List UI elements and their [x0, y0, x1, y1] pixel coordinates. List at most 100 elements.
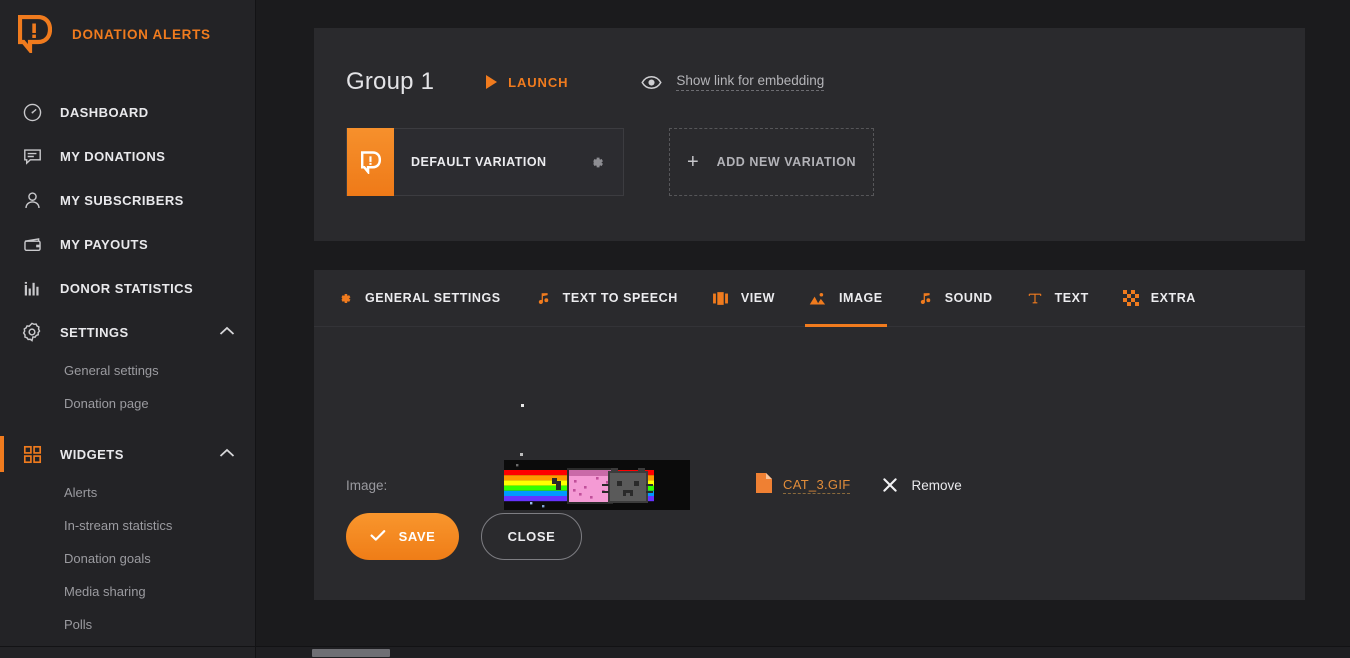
tab-label: VIEW — [740, 291, 775, 305]
tabs-bar: GENERAL SETTINGS TEXT TO SPEECH VIEW IMA… — [314, 270, 1305, 327]
sidebar-item-widgets[interactable]: WIDGETS — [0, 432, 255, 476]
plus-icon: + — [686, 151, 699, 173]
save-button[interactable]: SAVE — [346, 513, 459, 560]
speedometer-icon — [19, 99, 45, 125]
sidebar-item-donor-statistics[interactable]: DONOR STATISTICS — [0, 266, 255, 310]
sidebar-subitem-label: Alerts — [64, 485, 98, 500]
tab-label: GENERAL SETTINGS — [365, 291, 501, 305]
tab-view[interactable]: VIEW — [712, 270, 775, 327]
image-thumbnail-wrap — [504, 404, 690, 510]
sidebar-item-my-subscribers[interactable]: MY SUBSCRIBERS — [0, 178, 255, 222]
check-icon — [370, 529, 386, 545]
file-document-icon — [756, 472, 772, 498]
sidebar-subitem-alerts[interactable]: Alerts — [0, 476, 255, 509]
sidebar-subitem-general-settings[interactable]: General settings — [0, 354, 255, 387]
image-field-label: Image: — [346, 477, 388, 493]
wallet-icon — [19, 231, 45, 257]
text-t-icon — [1027, 290, 1043, 307]
sidebar-item-dashboard[interactable]: DASHBOARD — [0, 90, 255, 134]
launch-label: LAUNCH — [508, 74, 569, 90]
gear-icon — [19, 319, 45, 345]
sidebar-item-label: MY DONATIONS — [60, 148, 166, 164]
tab-text[interactable]: TEXT — [1027, 270, 1089, 327]
sidebar-bottom-edge — [0, 646, 255, 658]
checker-grid-icon — [1122, 290, 1139, 306]
tab-image[interactable]: IMAGE — [804, 270, 887, 327]
sidebar-item-label: DONOR STATISTICS — [60, 280, 194, 296]
add-variation-label: ADD NEW VARIATION — [716, 155, 857, 169]
nyan-cat-gif-preview[interactable] — [504, 460, 690, 510]
tab-general-settings[interactable]: GENERAL SETTINGS — [336, 270, 501, 327]
music-note-icon — [535, 290, 551, 307]
add-new-variation-button[interactable]: + ADD NEW VARIATION — [669, 128, 874, 196]
sidebar-subitem-in-stream-statistics[interactable]: In-stream statistics — [0, 509, 255, 542]
widget-settings-panel: GENERAL SETTINGS TEXT TO SPEECH VIEW IMA… — [314, 270, 1305, 600]
user-icon — [19, 187, 45, 213]
sidebar-subitem-label: In-stream statistics — [64, 518, 173, 533]
close-button[interactable]: CLOSE — [481, 513, 582, 560]
tab-label: IMAGE — [838, 291, 883, 305]
horizontal-scrollbar[interactable] — [256, 646, 1350, 658]
tab-extra[interactable]: EXTRA — [1122, 270, 1196, 327]
sidebar-subitem-media-sharing[interactable]: Media sharing — [0, 575, 255, 608]
bar-chart-icon — [19, 275, 45, 301]
remove-image-button[interactable]: Remove — [882, 477, 962, 493]
main-content: Group 1 LAUNCH Show link for embedding D… — [256, 0, 1350, 658]
grid-squares-icon — [19, 441, 45, 467]
eye-icon — [641, 75, 663, 90]
chevron-up-icon — [219, 323, 235, 341]
layout-icon — [712, 291, 729, 306]
sidebar: DONATION ALERTS DASHBOARD MY DONATIONS M… — [0, 0, 256, 658]
stray-dot-upper — [521, 404, 524, 407]
stray-dot-lower — [520, 453, 523, 456]
save-label: SAVE — [398, 529, 436, 544]
sidebar-item-my-donations[interactable]: MY DONATIONS — [0, 134, 255, 178]
brand[interactable]: DONATION ALERTS — [0, 0, 255, 68]
tab-label: SOUND — [944, 291, 993, 305]
chevron-up-icon — [219, 445, 235, 463]
tab-label: TEXT TO SPEECH — [562, 291, 678, 305]
variation-label: DEFAULT VARIATION — [411, 155, 547, 169]
sidebar-item-label: WIDGETS — [60, 446, 124, 462]
chat-bubble-icon — [19, 143, 45, 169]
tab-label: EXTRA — [1150, 291, 1196, 305]
form-actions: SAVE CLOSE — [346, 513, 582, 560]
sidebar-subitem-label: Donation page — [64, 396, 149, 411]
sidebar-item-label: DASHBOARD — [60, 104, 149, 120]
play-triangle-icon — [486, 75, 498, 89]
donation-alerts-logo-icon — [347, 128, 394, 196]
sidebar-nav: DASHBOARD MY DONATIONS MY SUBSCRIBERS MY… — [0, 90, 255, 641]
sidebar-item-settings[interactable]: SETTINGS — [0, 310, 255, 354]
launch-button[interactable]: LAUNCH — [486, 75, 568, 90]
tab-text-to-speech[interactable]: TEXT TO SPEECH — [535, 270, 678, 327]
image-form: Image: CAT_3.GIF Remove SAVE CLOSE — [314, 327, 1305, 600]
sidebar-subitem-donation-goals[interactable]: Donation goals — [0, 542, 255, 575]
widget-title-row: Group 1 LAUNCH Show link for embedding — [346, 68, 1305, 96]
tab-label: TEXT — [1054, 291, 1089, 305]
brand-name: DONATION ALERTS — [72, 26, 211, 42]
tab-sound[interactable]: SOUND — [917, 270, 993, 327]
sidebar-subitem-label: Donation goals — [64, 551, 151, 566]
horizontal-scrollbar-thumb[interactable] — [312, 649, 390, 657]
sidebar-item-my-payouts[interactable]: MY PAYOUTS — [0, 222, 255, 266]
image-icon — [809, 291, 827, 306]
music-note-icon — [917, 290, 933, 307]
donation-alerts-logo-icon — [17, 14, 53, 56]
file-link[interactable]: CAT_3.GIF — [756, 472, 851, 498]
variation-card-default[interactable]: DEFAULT VARIATION — [346, 128, 624, 196]
embed-link-label: Show link for embedding — [676, 73, 825, 91]
page-title: Group 1 — [346, 68, 435, 95]
gear-icon[interactable] — [587, 153, 606, 172]
sidebar-subitem-donation-page[interactable]: Donation page — [0, 387, 255, 420]
sidebar-item-label: SETTINGS — [60, 324, 129, 340]
close-x-icon — [882, 477, 898, 493]
sidebar-subitem-polls[interactable]: Polls — [0, 608, 255, 641]
gear-icon — [336, 290, 353, 307]
variations-list: DEFAULT VARIATION + ADD NEW VARIATION — [346, 128, 1305, 196]
widget-header-panel: Group 1 LAUNCH Show link for embedding D… — [314, 28, 1305, 241]
sidebar-subitem-label: Polls — [64, 617, 93, 632]
sidebar-subitem-label: Media sharing — [64, 584, 146, 599]
show-link-for-embedding-button[interactable]: Show link for embedding — [641, 73, 825, 91]
app-root: DONATION ALERTS DASHBOARD MY DONATIONS M… — [0, 0, 1350, 658]
sidebar-item-label: MY PAYOUTS — [60, 236, 149, 252]
